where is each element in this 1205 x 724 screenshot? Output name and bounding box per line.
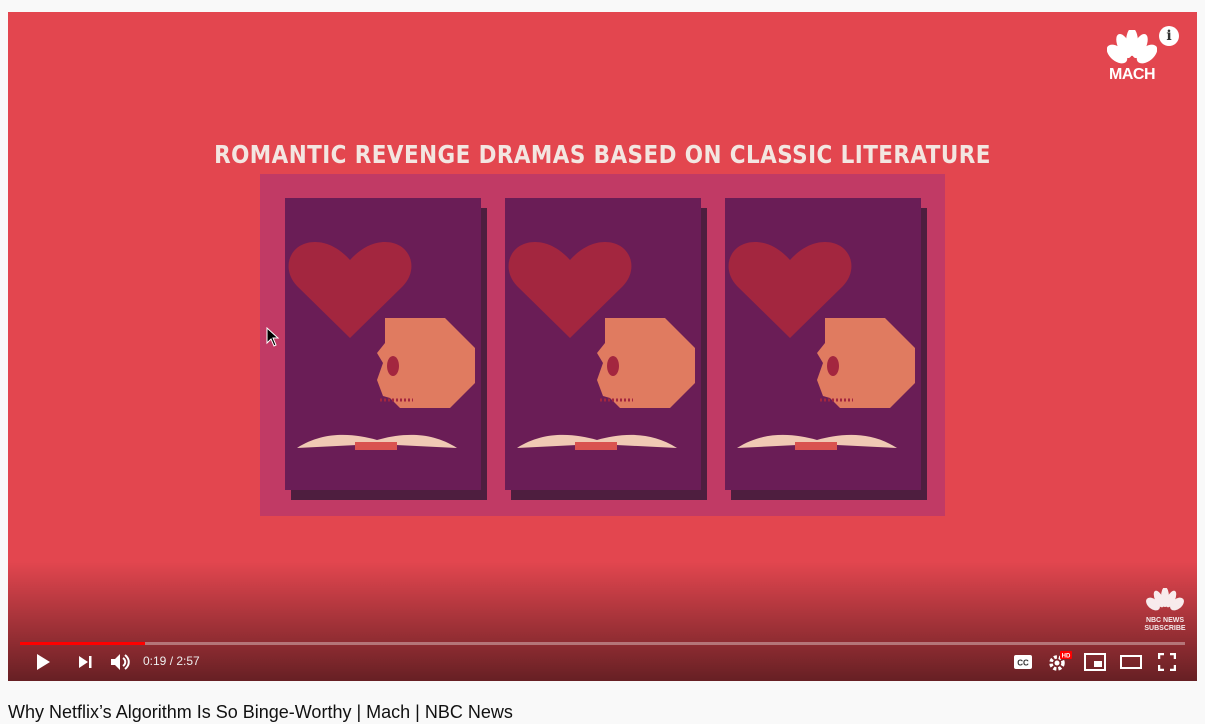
duration: 2:57: [176, 654, 200, 668]
nbc-news-subscribe-watermark[interactable]: NBC NEWS SUBSCRIBE: [1143, 587, 1187, 633]
info-icon[interactable]: i: [1159, 26, 1179, 46]
logo-text: MACH: [1109, 66, 1156, 83]
scene-title: ROMANTIC REVENGE DRAMAS BASED ON CLASSIC…: [214, 140, 991, 169]
heart-skull-book-illustration: [728, 242, 915, 450]
illustration-card: [505, 198, 701, 490]
time-display: 0:19 / 2:57: [143, 654, 200, 668]
watermark-line-1: NBC NEWS: [1145, 617, 1185, 624]
heart-skull-book-illustration: [508, 242, 695, 450]
mouse-cursor-icon: [266, 326, 280, 352]
next-button[interactable]: [70, 643, 100, 681]
volume-button[interactable]: [105, 643, 135, 681]
fullscreen-button[interactable]: [1152, 643, 1182, 681]
miniplayer-button[interactable]: [1080, 643, 1110, 681]
time-separator: /: [166, 654, 177, 668]
video-title: Why Netflix’s Algorithm Is So Binge-Wort…: [8, 702, 513, 722]
illustration-card: [725, 198, 921, 490]
mach-logo: MACH: [1099, 30, 1165, 83]
next-icon: [79, 656, 92, 668]
peacock-icon: [1146, 587, 1184, 611]
hd-badge: HD: [1062, 654, 1071, 660]
current-time: 0:19: [143, 654, 167, 668]
theater-icon: [1120, 655, 1142, 669]
play-icon: [37, 654, 50, 670]
captions-button[interactable]: CC: [1008, 643, 1038, 681]
illustration-card: [285, 198, 481, 490]
video-player[interactable]: ROMANTIC REVENGE DRAMAS BASED ON CLASSIC…: [8, 12, 1197, 681]
peacock-icon: [1107, 30, 1157, 64]
scene-board: [260, 174, 945, 516]
cc-label: CC: [1017, 659, 1029, 668]
settings-button[interactable]: HD: [1044, 643, 1074, 681]
theater-mode-button[interactable]: [1116, 643, 1146, 681]
watermark-line-2: SUBSCRIBE: [1144, 625, 1186, 632]
fullscreen-icon: [1158, 653, 1176, 671]
settings-icon: HD: [1049, 651, 1072, 671]
captions-icon: CC: [1014, 655, 1032, 669]
volume-icon: [111, 654, 130, 670]
miniplayer-icon: [1084, 653, 1106, 671]
control-bar: 0:19 / 2:57 CC HD: [8, 643, 1197, 681]
play-button[interactable]: [28, 643, 58, 681]
heart-skull-book-illustration: [288, 242, 475, 450]
